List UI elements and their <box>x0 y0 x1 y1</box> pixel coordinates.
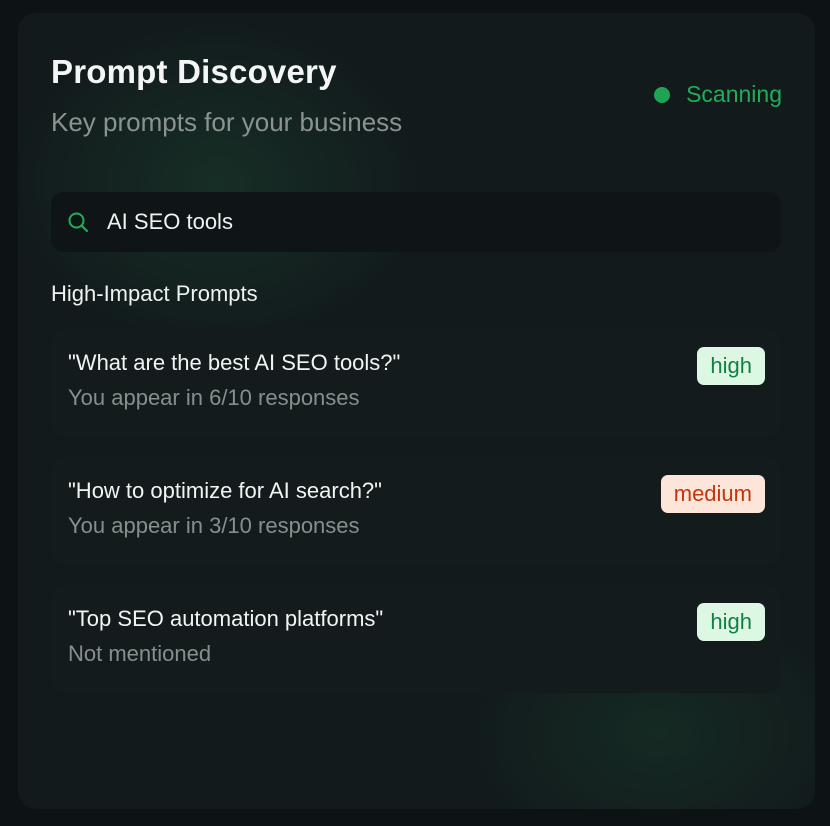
prompt-discovery-card: Prompt Discovery Key prompts for your bu… <box>18 13 815 809</box>
prompt-card[interactable]: "What are the best AI SEO tools?" You ap… <box>51 329 781 437</box>
status-label: Scanning <box>686 81 782 107</box>
prompt-card[interactable]: "How to optimize for AI search?" You app… <box>51 457 781 565</box>
section-heading: High-Impact Prompts <box>51 281 258 306</box>
prompt-text: "How to optimize for AI search?" <box>68 478 382 503</box>
search-bar[interactable] <box>51 192 781 252</box>
impact-badge: medium <box>660 475 765 513</box>
prompt-detail: You appear in 3/10 responses <box>68 513 360 538</box>
prompt-detail: You appear in 6/10 responses <box>68 385 360 410</box>
impact-badge: high <box>697 347 765 385</box>
page-title: Prompt Discovery <box>51 53 337 90</box>
search-icon <box>67 211 89 233</box>
search-input[interactable] <box>107 209 707 235</box>
status-dot-icon <box>654 86 671 103</box>
page-subtitle: Key prompts for your business <box>51 107 403 137</box>
status-indicator: Scanning <box>654 81 782 108</box>
prompt-card[interactable]: "Top SEO automation platforms" Not menti… <box>51 585 781 693</box>
prompt-text: "What are the best AI SEO tools?" <box>68 350 401 375</box>
prompt-detail: Not mentioned <box>68 641 212 666</box>
impact-badge: high <box>697 603 765 641</box>
prompt-text: "Top SEO automation platforms" <box>68 606 384 631</box>
